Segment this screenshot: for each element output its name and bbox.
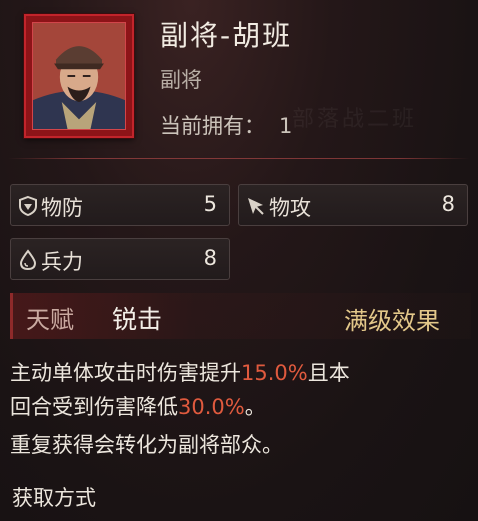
general-name: 副将-胡班 [160, 19, 293, 52]
description-text: 回合受到伤害降低 [10, 395, 178, 419]
description-text: 主动单体攻击时伤害提升 [10, 361, 241, 385]
owned-count-row: 当前拥有： 1 [160, 110, 292, 140]
watermark-text: 部落战二班 [292, 107, 418, 132]
owned-label: 当前拥有： [160, 114, 265, 138]
talent-description-line-1: 主动单体攻击时伤害提升15.0%且本 [10, 356, 350, 390]
max-level-effect-label: 满级效果 [344, 307, 440, 335]
talent-description-line-2: 回合受到伤害降低30.0%。 [10, 390, 266, 424]
stat-defense-label: 物防 [41, 196, 83, 220]
general-portrait-card [24, 14, 134, 138]
stat-attack: 物攻 8 [238, 184, 468, 226]
stat-troops-label: 兵力 [41, 250, 83, 274]
stat-troops-value: 8 [203, 246, 217, 270]
stat-defense-value: 5 [203, 192, 217, 216]
damage-increase-value: 15.0% [241, 361, 308, 385]
acquire-method-title: 获取方式 [12, 486, 96, 510]
stat-troops: 兵力 8 [10, 238, 230, 280]
stat-attack-value: 8 [441, 192, 455, 216]
damage-reduction-value: 30.0% [178, 395, 245, 419]
talent-label: 天赋 [26, 306, 74, 334]
shield-icon [17, 195, 39, 217]
description-text: 。 [244, 395, 266, 419]
duplicate-conversion-note: 重复获得会转化为副将部众。 [10, 433, 283, 457]
general-portrait [32, 22, 126, 130]
general-rank: 副将 [160, 68, 202, 92]
arrow-cursor-icon [245, 195, 267, 217]
owned-count: 1 [279, 114, 293, 138]
header-divider [8, 158, 470, 159]
droplet-icon [17, 249, 39, 271]
stat-attack-label: 物攻 [269, 196, 311, 220]
description-text: 且本 [307, 361, 350, 385]
stat-defense: 物防 5 [10, 184, 230, 226]
talent-name: 锐击 [112, 305, 163, 334]
portrait-illustration [33, 23, 125, 129]
